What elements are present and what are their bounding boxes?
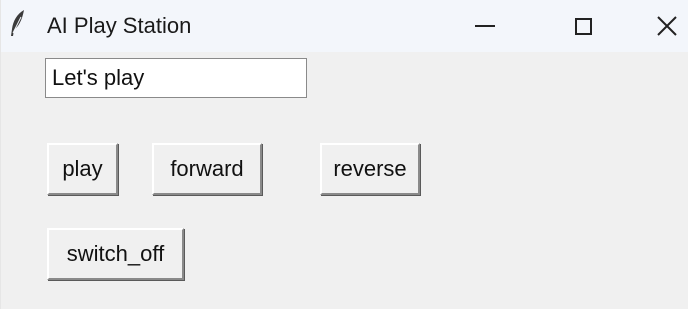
switch-off-button[interactable]: switch_off xyxy=(47,228,184,280)
play-button[interactable]: play xyxy=(47,143,118,195)
maximize-button[interactable] xyxy=(554,0,612,52)
text-entry[interactable] xyxy=(45,58,307,98)
window-title: AI Play Station xyxy=(47,13,192,38)
forward-button[interactable]: forward xyxy=(152,143,262,195)
reverse-button[interactable]: reverse xyxy=(320,143,420,195)
close-icon xyxy=(656,15,678,37)
app-window: AI Play Station play forward reverse swi… xyxy=(0,0,688,309)
maximize-icon xyxy=(574,17,592,35)
feather-icon xyxy=(9,9,27,37)
minimize-button[interactable] xyxy=(456,0,514,52)
title-bar[interactable]: AI Play Station xyxy=(1,0,688,52)
close-button[interactable] xyxy=(644,0,688,52)
minimize-icon xyxy=(475,25,495,27)
